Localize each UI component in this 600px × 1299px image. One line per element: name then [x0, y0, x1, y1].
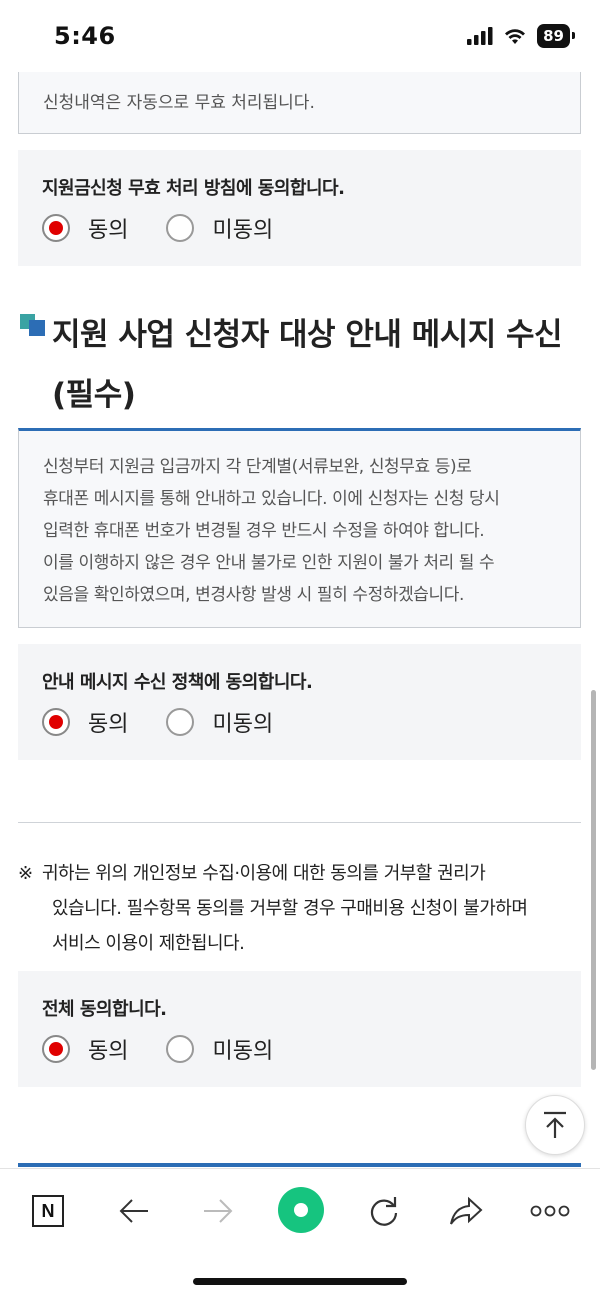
consent-all-question: 전체 동의합니다.: [42, 999, 167, 1020]
disclaimer-mark: ※: [18, 863, 33, 884]
consent-invalid-radio-group: 동의 미동의: [42, 212, 311, 244]
arrow-right-icon: [204, 1199, 233, 1223]
scrollbar[interactable]: [591, 690, 596, 1070]
notice-line: 입력한 휴대폰 번호가 변경될 경우 반드시 수정을 하여야 합니다.: [43, 521, 485, 541]
refresh-icon: [370, 1197, 398, 1226]
consent-message-disagree-radio[interactable]: [166, 708, 195, 736]
refresh-button[interactable]: [362, 1189, 406, 1233]
consent-message-section: 안내 메시지 수신 정책에 동의합니다. 동의 미동의: [18, 644, 581, 760]
consent-invalid-section: 지원금신청 무효 처리 방침에 동의합니다. 동의 미동의: [18, 150, 581, 266]
section-title-icon: [20, 314, 46, 336]
section-title: 지원 사업 신청자 대상 안내 메시지 수신 (필수): [52, 317, 563, 413]
share-button[interactable]: [444, 1189, 488, 1233]
more-dots-icon: [530, 1205, 570, 1217]
consent-message-agree-radio[interactable]: [42, 708, 70, 736]
green-dot-icon: [278, 1187, 324, 1233]
consent-all-agree-radio[interactable]: [42, 1035, 70, 1063]
share-arrow-icon: [450, 1196, 483, 1225]
arrow-to-top-icon: [544, 1111, 566, 1138]
notice-line: 이를 이행하지 않은 경우 안내 불가로 인한 지원이 불가 처리 될 수: [43, 553, 495, 573]
consent-invalid-question: 지원금신청 무효 처리 방침에 동의합니다.: [42, 178, 345, 199]
consent-invalid-disagree-label[interactable]: 미동의: [212, 212, 273, 244]
section-divider: [18, 822, 581, 823]
signal-icon: [467, 27, 493, 45]
consent-all-section: 전체 동의합니다. 동의 미동의: [18, 971, 581, 1087]
consent-all-disagree-radio[interactable]: [166, 1035, 195, 1063]
naver-n-icon: N: [32, 1195, 64, 1227]
wifi-icon: [505, 29, 526, 44]
consent-invalid-disagree-radio[interactable]: [166, 214, 195, 242]
rights-disclaimer: ※ 귀하는 위의 개인정보 수집·이용에 대한 동의를 거부할 권리가 있습니다…: [18, 856, 588, 961]
message-notice-text: 신청부터 지원금 입금까지 각 단계별(서류보완, 신청무효 등)로 휴대폰 메…: [43, 451, 563, 611]
status-icons: 89: [467, 24, 575, 48]
consent-all-agree-label[interactable]: 동의: [88, 1033, 128, 1065]
forward-button[interactable]: [196, 1189, 240, 1233]
back-button[interactable]: [112, 1189, 156, 1233]
consent-message-agree-label[interactable]: 동의: [88, 706, 128, 738]
consent-invalid-agree-radio[interactable]: [42, 214, 70, 242]
consent-invalid-agree-label[interactable]: 동의: [88, 212, 128, 244]
disclaimer-line: 귀하는 위의 개인정보 수집·이용에 대한 동의를 거부할 권리가: [42, 863, 486, 884]
consent-message-question: 안내 메시지 수신 정책에 동의합니다.: [42, 672, 313, 693]
notice-line: 신청부터 지원금 입금까지 각 단계별(서류보완, 신청무효 등)로: [43, 457, 472, 477]
message-notice-box: 신청부터 지원금 입금까지 각 단계별(서류보완, 신청무효 등)로 휴대폰 메…: [18, 428, 581, 628]
disclaimer-line: 있습니다. 필수항목 동의를 거부할 경우 구매비용 신청이 불가하며: [52, 898, 528, 919]
status-bar: 5:46 89: [0, 0, 600, 72]
scroll-to-top-button[interactable]: [525, 1095, 585, 1155]
more-button[interactable]: [528, 1189, 572, 1233]
battery-indicator: 89: [537, 24, 575, 48]
consent-all-radio-group: 동의 미동의: [42, 1033, 311, 1065]
consent-all-disagree-label[interactable]: 미동의: [212, 1033, 273, 1065]
top-notice-text: 신청내역은 자동으로 무효 처리됩니다.: [43, 93, 315, 113]
naver-home-button[interactable]: N: [26, 1189, 70, 1233]
disclaimer-line: 서비스 이용이 제한됩니다.: [52, 933, 245, 954]
content-bottom-line: [18, 1163, 581, 1167]
consent-message-disagree-label[interactable]: 미동의: [212, 706, 273, 738]
notice-line: 있음을 확인하였으며, 변경사항 발생 시 필히 수정하겠습니다.: [43, 585, 465, 605]
home-indicator: [193, 1278, 407, 1285]
green-dot-button[interactable]: [276, 1185, 326, 1235]
status-time: 5:46: [54, 22, 116, 50]
consent-message-radio-group: 동의 미동의: [42, 706, 311, 738]
arrow-left-icon: [119, 1199, 148, 1223]
notice-line: 휴대폰 메시지를 통해 안내하고 있습니다. 이에 신청자는 신청 당시: [43, 489, 500, 509]
